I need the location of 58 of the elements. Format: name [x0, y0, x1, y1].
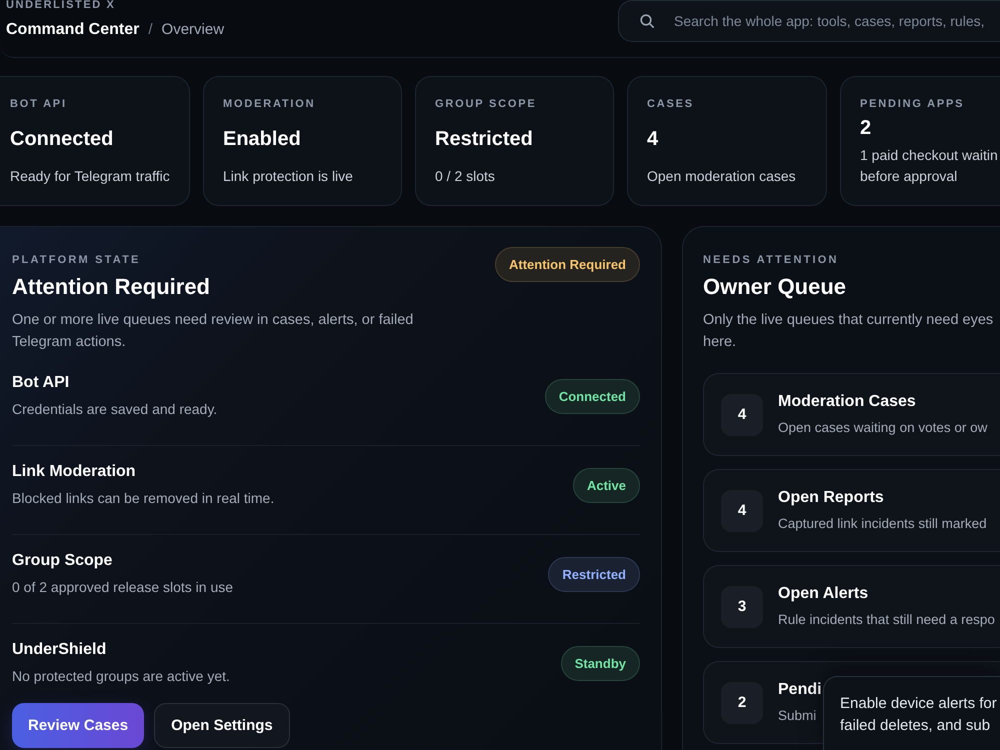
status-badge: Attention Required — [495, 247, 640, 282]
stat-label: MODERATION — [223, 97, 316, 111]
status-badge: Active — [572, 468, 640, 502]
queue-title: Moderation Cases — [778, 392, 917, 412]
search-icon — [640, 14, 654, 28]
row-description: No protected groups are active yet. — [12, 667, 230, 686]
search-field[interactable]: Search the whole app: tools, cases, reports, rules, — [618, 0, 1000, 42]
row-title: UnderShield — [12, 640, 108, 660]
stat-value: 4 — [647, 126, 660, 150]
panel-description: Only the live queues that currently need eyes here. — [703, 311, 994, 352]
panel-eyebrow: NEEDS ATTENTION — [703, 253, 840, 267]
queue-description: Open cases waiting on votes or ow — [778, 418, 988, 437]
stat-label: CASES — [647, 97, 695, 111]
panel-description: One or more live queues need review in cases, alerts, or failed Telegram actions. — [12, 311, 414, 352]
row-description: Credentials are saved and ready. — [12, 400, 218, 419]
stat-label: PENDING APPS — [860, 97, 966, 111]
stat-value: Restricted — [435, 126, 534, 150]
page-title: Command Center — [6, 20, 140, 40]
queue-title: Open Reports — [778, 488, 885, 508]
action-button[interactable]: Review Cases — [12, 703, 144, 748]
queue-item[interactable]: 4 Moderation Cases Open cases waiting on votes or ow — [703, 373, 1000, 456]
stat-note: Ready for Telegram traffic — [10, 167, 171, 186]
row-description: Blocked links can be removed in real time. — [12, 489, 274, 508]
stat-value: 2 — [860, 116, 872, 140]
queue-item[interactable]: 3 Open Alerts Rule incidents that still need a respo — [703, 565, 1000, 648]
stat-label: GROUP SCOPE — [435, 97, 538, 111]
toast-message: Enable device alerts for failed deletes, and sub — [840, 694, 998, 736]
row-title: Bot API — [12, 373, 70, 393]
stat-note: Link protection is live — [223, 167, 354, 186]
stat-note: 1 paid checkout waitin before approval — [860, 146, 999, 186]
panel-title: Owner Queue — [703, 273, 848, 301]
status-badge: Restricted — [548, 556, 640, 592]
stat-note: Open moderation cases — [647, 167, 797, 186]
count-tile: 4 — [721, 490, 763, 532]
queue-title: Pendi — [778, 680, 822, 700]
queue-description: Rule incidents that still need a respo — [778, 610, 995, 629]
stat-note: 0 / 2 slots — [435, 167, 496, 186]
count-tile: 3 — [721, 586, 763, 628]
queue-item[interactable]: 4 Open Reports Captured link incidents still marked — [703, 469, 1000, 552]
status-badge: Connected — [544, 378, 640, 414]
panel-eyebrow: PLATFORM STATE — [12, 253, 142, 267]
breadcrumb-separator: / — [148, 20, 153, 40]
stat-value: Connected — [10, 126, 114, 150]
stat-label: BOT API — [10, 97, 68, 111]
queue-description: Submi — [778, 706, 818, 724]
queue-title: Open Alerts — [778, 584, 870, 604]
count-tile: 2 — [721, 682, 763, 724]
action-button[interactable]: Open Settings — [154, 703, 290, 748]
stat-value: Enabled — [223, 126, 302, 150]
row-title: Link Moderation — [12, 462, 137, 482]
status-badge: Standby — [560, 646, 640, 680]
queue-description: Captured link incidents still marked — [778, 514, 987, 533]
count-tile: 4 — [721, 394, 763, 436]
breadcrumb-item: Overview — [162, 20, 224, 40]
panel-title: Attention Required — [12, 273, 210, 301]
row-description: 0 of 2 approved release slots in use — [12, 578, 234, 597]
brand-label: UNDERLISTED X — [6, 0, 116, 11]
row-title: Group Scope — [12, 551, 114, 571]
